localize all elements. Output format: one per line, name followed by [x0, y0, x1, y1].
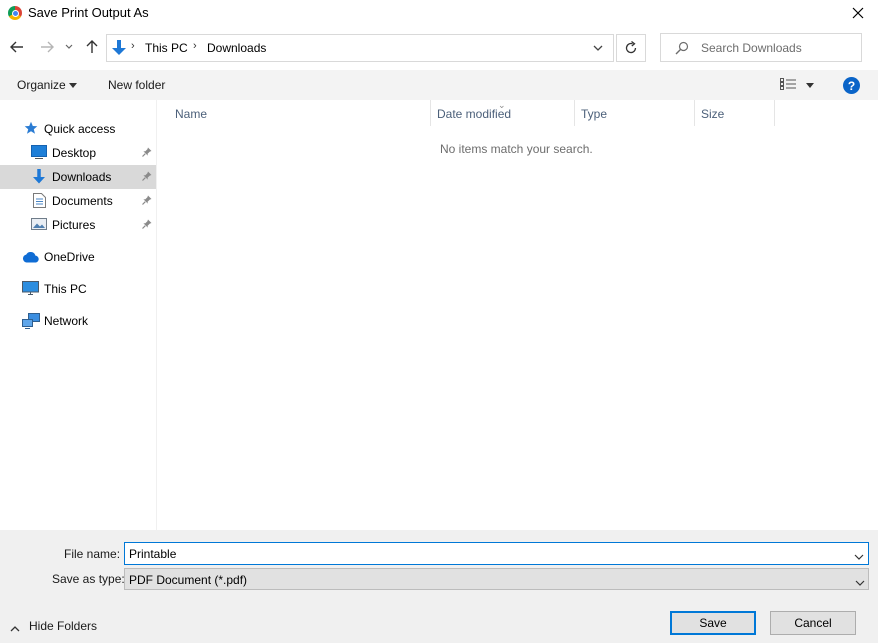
close-button[interactable]: [838, 0, 878, 26]
sidebar-item-documents[interactable]: Documents: [0, 189, 156, 213]
recent-locations-button[interactable]: [62, 38, 76, 56]
document-icon: [33, 193, 46, 211]
save-button[interactable]: Save: [670, 611, 756, 635]
sidebar-item-label: Downloads: [52, 170, 112, 184]
refresh-icon: [625, 41, 637, 54]
sidebar-item-network[interactable]: Network: [0, 309, 156, 333]
forward-button[interactable]: [38, 38, 56, 56]
view-options-caret-icon[interactable]: [806, 83, 814, 88]
details-view-icon: [780, 78, 796, 90]
desktop-icon: [31, 145, 47, 162]
sidebar-item-downloads[interactable]: Downloads: [0, 165, 156, 189]
save-as-type-label: Save as type:: [52, 572, 125, 586]
help-button[interactable]: ?: [843, 77, 860, 94]
title-bar: Save Print Output As: [0, 0, 878, 26]
chrome-app-icon: [8, 6, 22, 20]
sidebar-item-quick-access[interactable]: Quick access: [0, 117, 156, 141]
star-icon: [24, 121, 38, 138]
chevron-up-icon: [10, 621, 20, 635]
network-icon: [22, 313, 40, 332]
chevron-down-icon: [65, 44, 73, 49]
new-folder-button[interactable]: New folder: [108, 78, 165, 92]
address-dropdown-button[interactable]: [592, 41, 604, 58]
column-header-label: Type: [581, 107, 608, 121]
sidebar-item-label: Network: [44, 314, 89, 328]
empty-state-message: No items match your search.: [440, 142, 593, 156]
search-input[interactable]: Search Downloads: [701, 41, 802, 55]
hide-folders-label: Hide Folders: [29, 619, 98, 633]
up-arrow-icon: [86, 40, 98, 53]
sidebar-item-label: Desktop: [52, 146, 97, 160]
change-view-button[interactable]: [780, 78, 796, 93]
computer-icon: [22, 281, 39, 299]
chevron-down-icon: [854, 554, 864, 560]
pin-icon: [142, 170, 152, 184]
column-header-label: Date modified: [437, 107, 512, 121]
address-bar[interactable]: › This PC › Downloads: [106, 34, 614, 62]
window-title: Save Print Output As: [28, 5, 149, 20]
column-header-size[interactable]: Size: [695, 100, 775, 126]
column-header-label: Size: [701, 107, 725, 121]
sidebar-item-label: OneDrive: [44, 250, 95, 264]
file-name-input[interactable]: [124, 542, 869, 565]
pin-icon: [142, 218, 152, 232]
pictures-icon: [31, 217, 47, 234]
organize-button[interactable]: Organize: [17, 78, 66, 92]
chevron-down-icon: [855, 576, 865, 590]
breadcrumb-separator: ›: [193, 40, 197, 52]
column-header-type[interactable]: Type: [575, 100, 695, 126]
file-name-label: File name:: [64, 547, 121, 561]
column-header-label: Name: [175, 107, 208, 121]
breadcrumb-separator: ›: [131, 40, 135, 52]
sidebar-item-label: This PC: [44, 282, 87, 296]
refresh-button[interactable]: [616, 34, 646, 62]
navigation-pane: Quick access Desktop Downloads Documents: [0, 100, 157, 530]
download-arrow-icon: [110, 39, 128, 60]
chevron-down-icon: [593, 45, 603, 51]
close-icon: [852, 7, 864, 19]
download-arrow-icon: [31, 169, 47, 188]
command-toolbar: Organize New folder ?: [0, 70, 878, 100]
forward-arrow-icon: [41, 41, 54, 53]
save-as-type-select[interactable]: PDF Document (*.pdf): [124, 568, 869, 590]
file-list[interactable]: Name ⌄ Date modified Type Size No items …: [158, 100, 878, 530]
back-button[interactable]: [8, 38, 26, 56]
sidebar-item-desktop[interactable]: Desktop: [0, 141, 156, 165]
breadcrumb-this-pc[interactable]: This PC: [145, 41, 188, 55]
save-as-type-value: PDF Document (*.pdf): [129, 573, 248, 587]
pin-icon: [142, 146, 152, 160]
pin-icon: [142, 194, 152, 208]
up-button[interactable]: [83, 38, 101, 56]
file-name-dropdown-button[interactable]: [854, 550, 864, 564]
sidebar-item-this-pc[interactable]: This PC: [0, 277, 156, 301]
search-box[interactable]: Search Downloads: [660, 33, 862, 62]
sidebar-item-pictures[interactable]: Pictures: [0, 213, 156, 237]
breadcrumb-downloads[interactable]: Downloads: [207, 41, 266, 55]
cloud-icon: [22, 251, 40, 266]
back-arrow-icon: [10, 41, 23, 53]
caret-down-icon: [69, 83, 77, 88]
column-header-date-modified[interactable]: Date modified: [431, 100, 575, 126]
sidebar-item-label: Pictures: [52, 218, 96, 232]
column-header-name[interactable]: Name: [169, 100, 431, 126]
sidebar-item-label: Documents: [52, 194, 113, 208]
save-form-panel: File name: Save as type: PDF Document (*…: [0, 530, 878, 643]
search-icon: [675, 41, 689, 58]
cancel-button[interactable]: Cancel: [770, 611, 856, 635]
sidebar-item-label: Quick access: [44, 122, 116, 136]
sidebar-item-onedrive[interactable]: OneDrive: [0, 245, 156, 269]
